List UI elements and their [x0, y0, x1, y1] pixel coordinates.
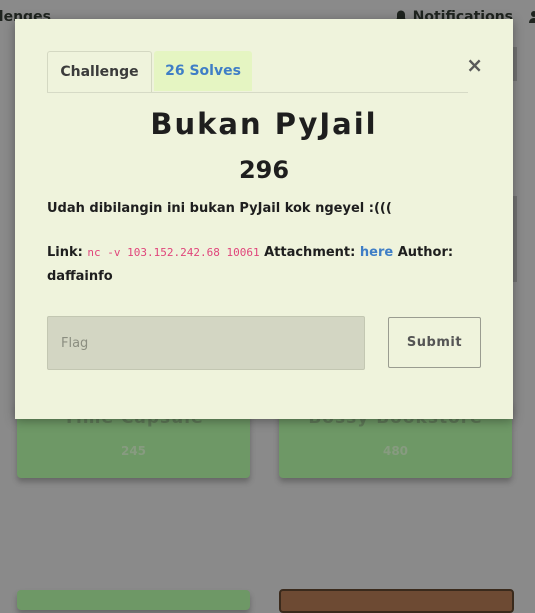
- close-icon[interactable]: ×: [466, 53, 483, 77]
- challenge-details: Link: nc -v 103.152.242.68 10061 Attachm…: [47, 241, 487, 289]
- challenge-value: 296: [238, 156, 290, 184]
- link-label: Link:: [47, 245, 83, 260]
- submit-button[interactable]: Submit: [388, 317, 481, 368]
- flag-input[interactable]: [47, 316, 365, 370]
- card-edge: [513, 47, 517, 81]
- connection-command: nc -v 103.152.242.68 10061: [87, 246, 260, 259]
- challenge-title: Bukan PyJail: [150, 107, 378, 141]
- author-name: daffainfo: [47, 269, 113, 284]
- tab-solves[interactable]: 26 Solves: [154, 51, 252, 91]
- author-label: Author:: [397, 245, 454, 260]
- challenge-modal: Challenge 26 Solves × Bukan PyJail 296 U…: [15, 19, 513, 419]
- attachment-label: Attachment:: [264, 245, 356, 260]
- challenge-card-points: 480: [382, 444, 409, 458]
- card-edge: [513, 196, 517, 282]
- modal-tabs: Challenge 26 Solves: [47, 51, 468, 93]
- challenge-card[interactable]: [279, 589, 514, 613]
- challenge-card-points: 245: [120, 444, 147, 458]
- users-icon[interactable]: [529, 10, 535, 24]
- attachment-link[interactable]: here: [360, 245, 393, 260]
- challenge-card[interactable]: [17, 590, 250, 610]
- tab-challenge[interactable]: Challenge: [47, 51, 152, 92]
- challenge-description: Udah dibilangin ini bukan PyJail kok nge…: [47, 201, 392, 216]
